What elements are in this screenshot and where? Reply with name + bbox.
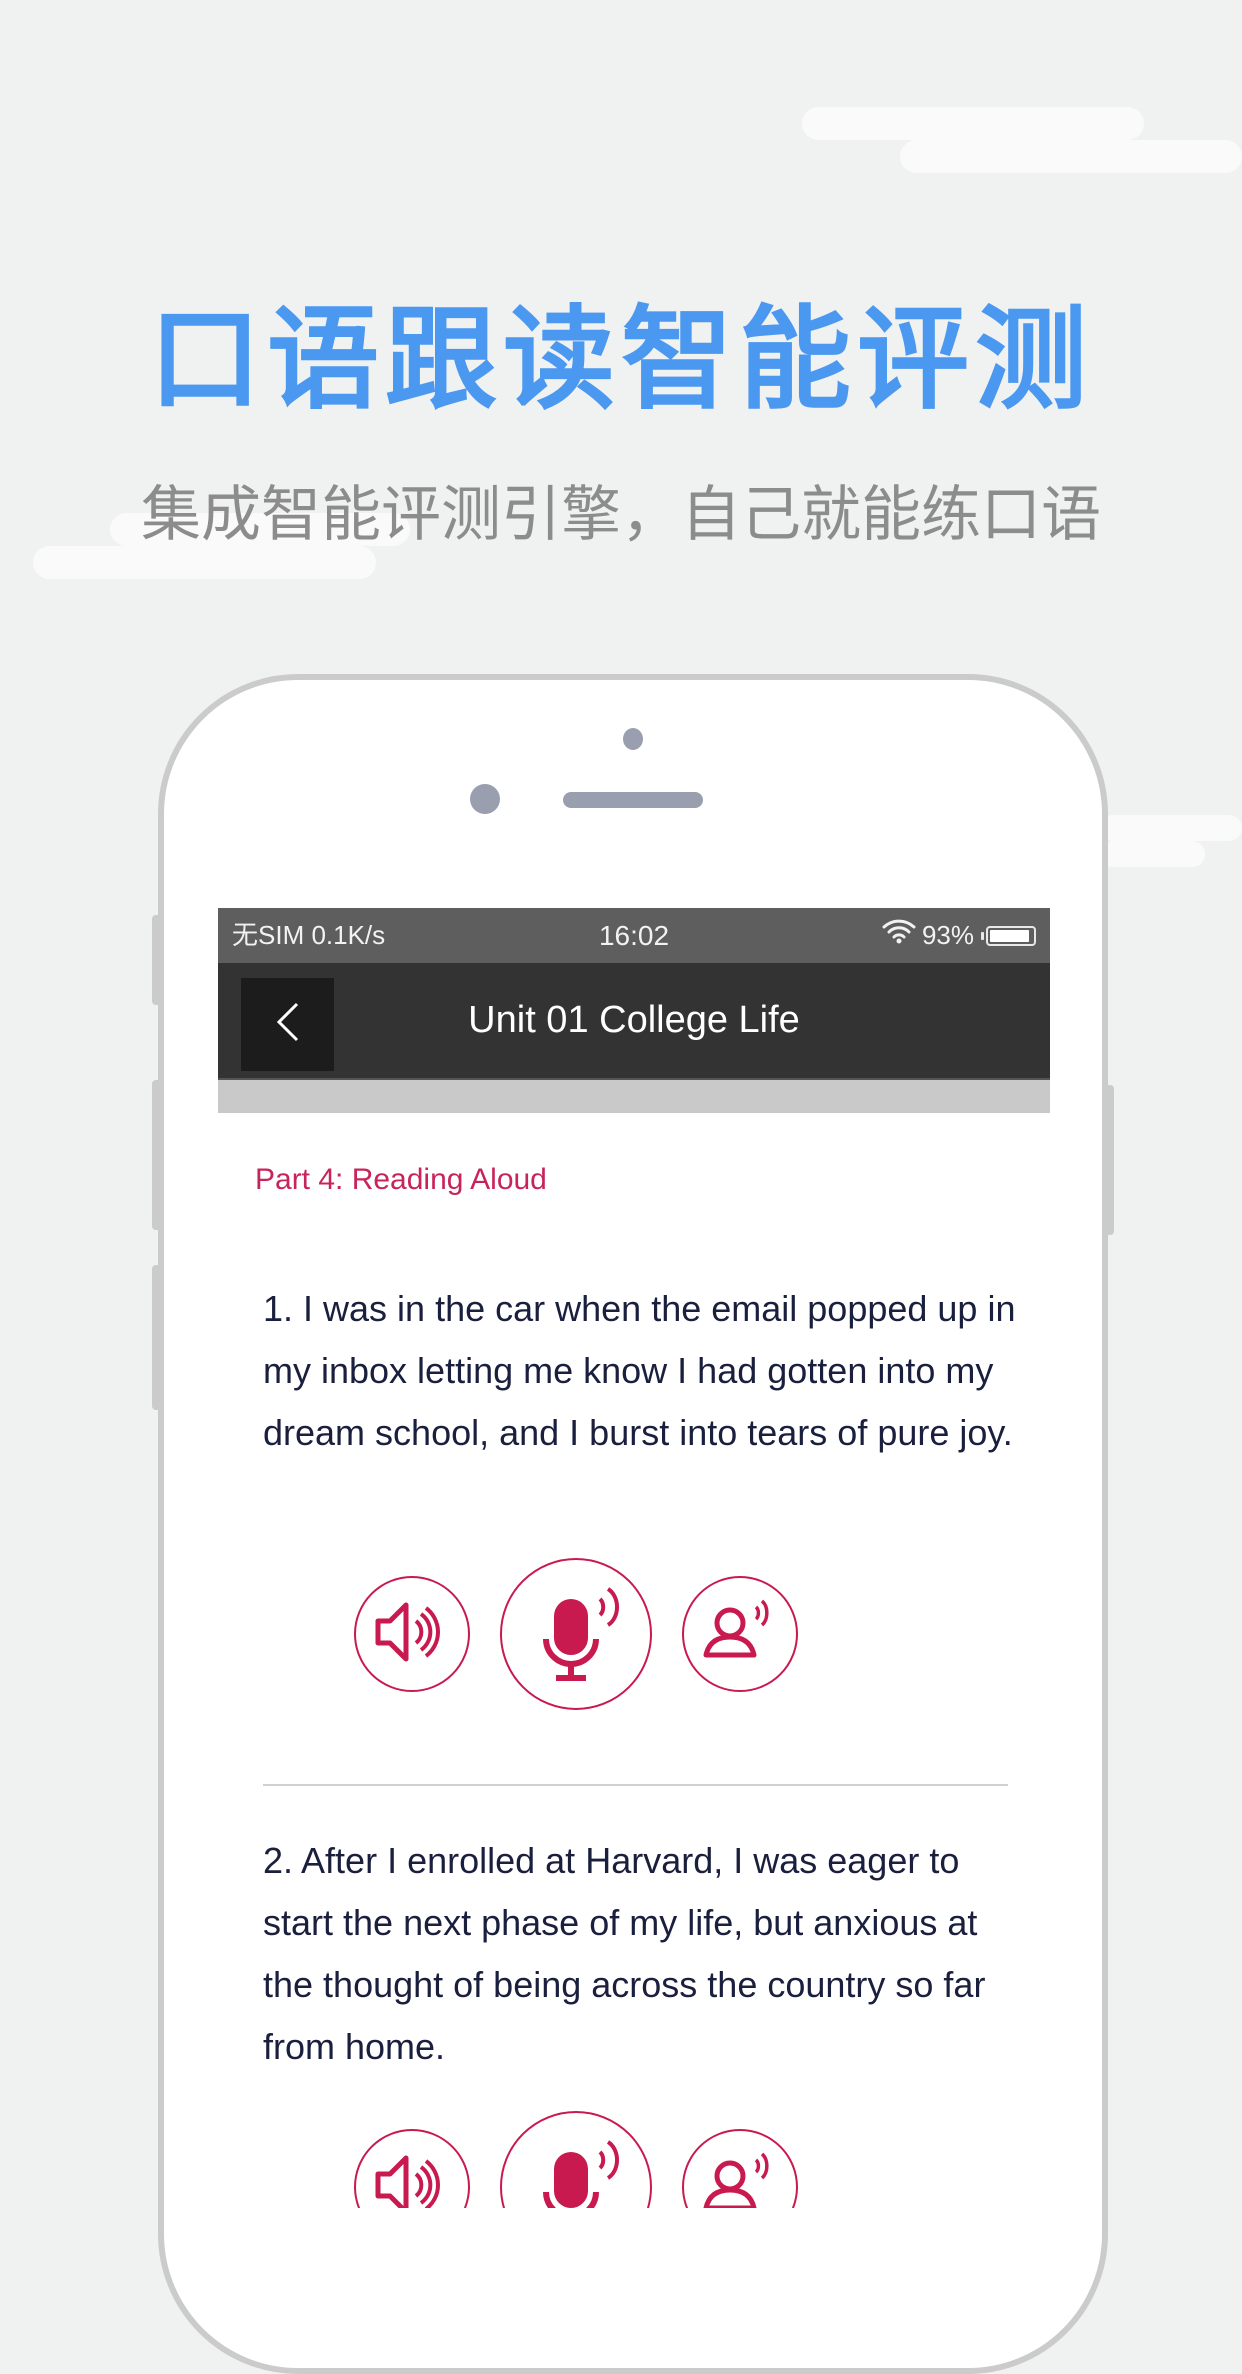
nav-bar: Unit 01 College Life (218, 963, 1050, 1078)
sentence-actions (218, 1558, 1050, 1718)
play-recording-button[interactable] (682, 1576, 798, 1692)
battery-percent: 93% (921, 920, 974, 950)
play-original-button[interactable] (354, 2129, 470, 2208)
play-recording-button[interactable] (682, 2129, 798, 2208)
battery-icon (981, 925, 1036, 946)
header-separator-bar (218, 1078, 1050, 1113)
phone-sensor-dot (623, 728, 643, 750)
phone-speaker (563, 792, 703, 808)
user-voice-icon (700, 1597, 780, 1672)
status-right: 93% (882, 908, 1036, 963)
user-voice-icon (700, 2150, 780, 2208)
microphone-icon (526, 1577, 626, 1692)
speaker-icon (372, 2150, 452, 2208)
record-button[interactable] (500, 2111, 652, 2208)
cloud-decoration (1100, 841, 1205, 867)
phone-camera-dot (470, 784, 500, 814)
hero-title: 口语跟读智能评测 (149, 295, 1093, 425)
phone-screen: 无SIM 0.1K/s 16:02 93% Unit 01 College Li… (218, 908, 1050, 2208)
cloud-decoration (802, 107, 1144, 140)
sentence-text: 1. I was in the car when the email poppe… (263, 1288, 1016, 1453)
cloud-decoration (1100, 815, 1242, 841)
cloud-decoration (900, 140, 1242, 173)
status-bar: 无SIM 0.1K/s 16:02 93% (218, 908, 1050, 963)
sentence-text: 2. After I enrolled at Harvard, I was ea… (263, 1840, 986, 2067)
microphone-icon (526, 2130, 626, 2208)
page-title: Unit 01 College Life (468, 999, 800, 1041)
sentence-actions (218, 2111, 1050, 2208)
hero-subtitle: 集成智能评测引擎，自己就能练口语 (141, 480, 1101, 550)
wifi-icon (882, 908, 916, 963)
speaker-icon (372, 1597, 452, 1672)
section-label: Part 4: Reading Aloud (255, 1163, 547, 1196)
item-divider (263, 1784, 1008, 1786)
play-original-button[interactable] (354, 1576, 470, 1692)
record-button[interactable] (500, 1558, 652, 1710)
